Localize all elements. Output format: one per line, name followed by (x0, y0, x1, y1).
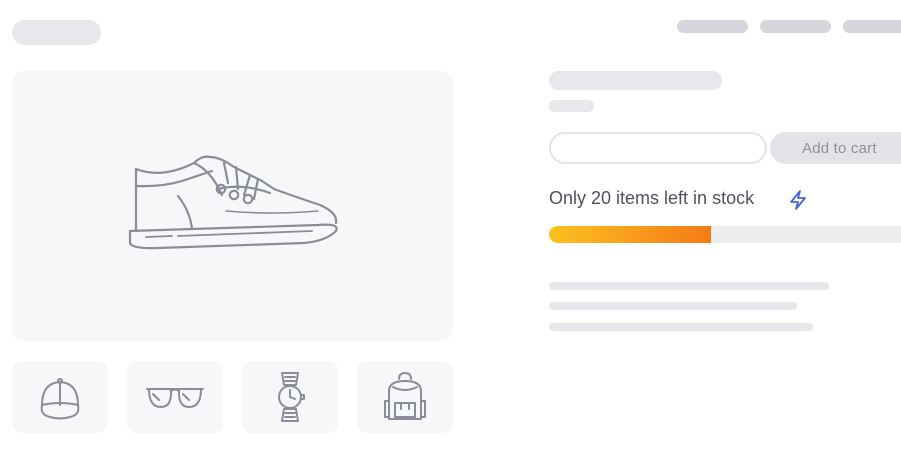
stock-progress-fill (549, 226, 711, 243)
nav-item-placeholder[interactable] (677, 20, 748, 33)
thumbnail-sunglasses[interactable] (127, 361, 223, 433)
thumbnail-cap[interactable] (12, 361, 108, 433)
cap-icon (40, 378, 80, 420)
thumbnail-backpack[interactable] (357, 361, 453, 433)
product-price-placeholder (549, 100, 594, 112)
sneaker-icon (128, 155, 338, 250)
description-line-placeholder (549, 282, 829, 290)
backpack-icon (384, 372, 426, 420)
wristwatch-icon (278, 372, 305, 422)
logo-placeholder (12, 20, 101, 45)
lightning-bolt-icon (790, 190, 806, 210)
thumbnail-watch[interactable] (242, 361, 338, 433)
stock-progress-bar (549, 226, 901, 243)
stock-message: Only 20 items left in stock (549, 188, 755, 208)
nav-item-placeholder[interactable] (760, 20, 831, 33)
nav-item-placeholder[interactable] (843, 20, 901, 33)
quantity-input[interactable] (549, 132, 767, 164)
add-to-cart-button[interactable]: Add to cart (770, 132, 901, 164)
description-line-placeholder (549, 302, 797, 310)
description-line-placeholder (549, 323, 813, 331)
sunglasses-icon (146, 388, 204, 408)
main-product-image (12, 71, 453, 341)
product-title-placeholder (549, 71, 722, 90)
